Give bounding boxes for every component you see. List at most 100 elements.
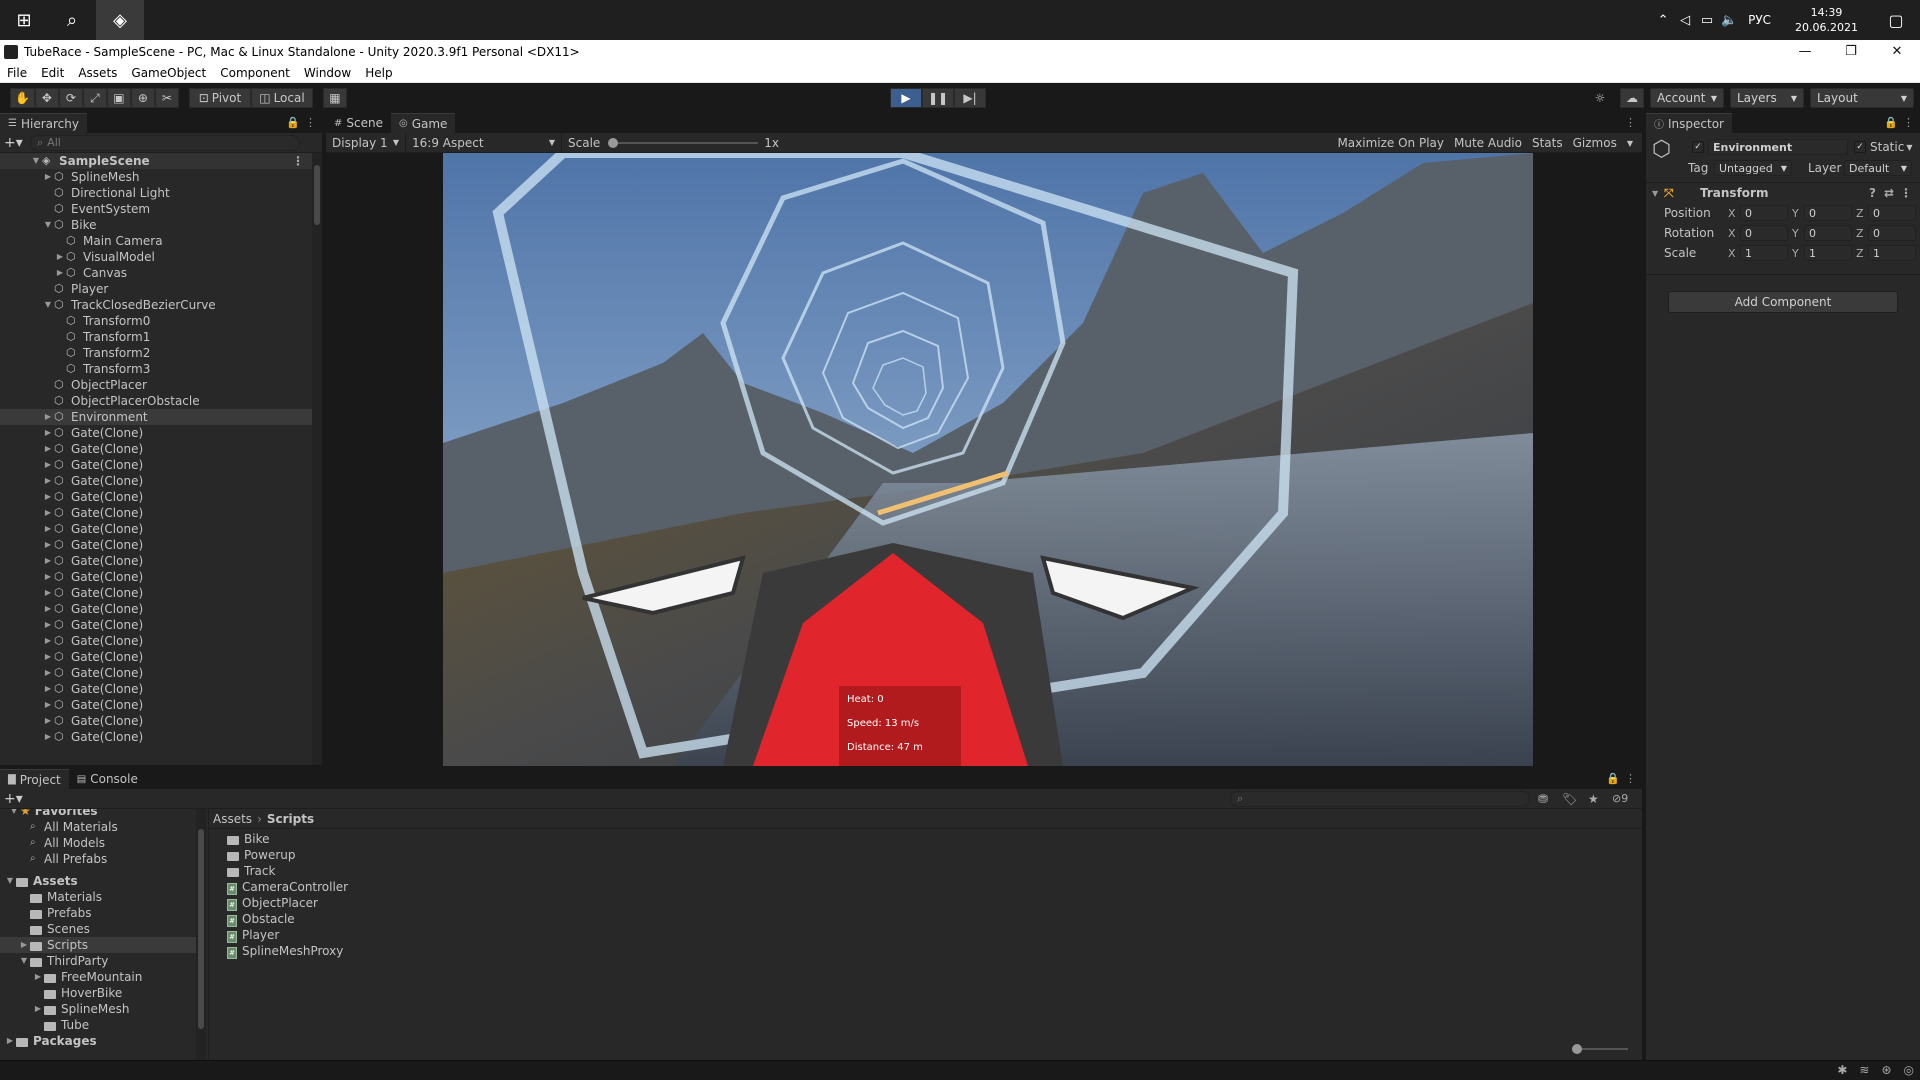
expand-arrow-icon[interactable]: ▼ (8, 809, 20, 819)
pause-button[interactable]: ❚❚ (922, 88, 954, 108)
slider-handle[interactable] (608, 137, 619, 148)
project-folder-prefabs[interactable]: Prefabs (0, 905, 196, 921)
breadcrumb-assets[interactable]: Assets (213, 812, 252, 826)
hierarchy-item-transform1[interactable]: ⬡ Transform1 (0, 329, 322, 345)
static-toggle[interactable]: ✓ Static ▼ (1854, 140, 1912, 154)
hierarchy-item-transform3[interactable]: ⬡ Transform3 (0, 361, 322, 377)
project-tree-scrollbar[interactable] (196, 809, 206, 1060)
windows-start-icon[interactable]: ⊞ (0, 0, 48, 40)
hierarchy-item-gate-clone[interactable]: ▶ ⬡ Gate(Clone) (0, 601, 322, 617)
icon-size-slider[interactable] (1572, 1044, 1628, 1054)
hierarchy-item-transform0[interactable]: ⬡ Transform0 (0, 313, 322, 329)
expand-arrow-icon[interactable]: ▼ (42, 297, 54, 313)
kebab-menu-icon[interactable]: ⋮ (292, 153, 304, 169)
hierarchy-item-gate-clone[interactable]: ▶ ⬡ Gate(Clone) (0, 633, 322, 649)
tab-game[interactable]: ◎ Game (390, 113, 456, 133)
hierarchy-item-gate-clone[interactable]: ▶ ⬡ Gate(Clone) (0, 585, 322, 601)
menu-help[interactable]: Help (358, 66, 399, 80)
scale-z-field[interactable]: 1 (1868, 245, 1916, 261)
transform-tool-icon[interactable]: ⊕ (130, 88, 155, 108)
step-button[interactable]: ▶| (954, 88, 986, 108)
menu-gameobject[interactable]: GameObject (124, 66, 213, 80)
search-icon[interactable]: ⌕ (48, 0, 96, 40)
favorite-item[interactable]: ⌕ All Materials (0, 819, 196, 835)
project-asset-powerup[interactable]: Powerup (227, 847, 1642, 863)
pivot-toggle[interactable]: ⊡ Pivot (188, 88, 251, 108)
clock[interactable]: 14:39 20.06.2021 (1795, 5, 1858, 35)
expand-arrow-icon[interactable]: ▶ (18, 937, 30, 953)
kebab-menu-icon[interactable]: ⋮ (1625, 772, 1636, 785)
tab-project[interactable]: ▇ Project (0, 769, 69, 789)
move-tool-icon[interactable]: ✥ (34, 88, 59, 108)
hierarchy-item-gate-clone[interactable]: ▶ ⬡ Gate(Clone) (0, 681, 322, 697)
network-icon[interactable]: ▭ (1696, 13, 1718, 28)
project-folder-splinemesh[interactable]: ▶ SplineMesh (0, 1001, 196, 1017)
hierarchy-item-gate-clone[interactable]: ▶ ⬡ Gate(Clone) (0, 713, 322, 729)
collapse-arrow-icon[interactable]: ▼ (1652, 189, 1664, 198)
add-component-button[interactable]: Add Component (1668, 291, 1898, 313)
expand-arrow-icon[interactable]: ▶ (42, 569, 54, 585)
collab-icon[interactable]: ☼ (1588, 88, 1612, 108)
hierarchy-item-gate-clone[interactable]: ▶ ⬡ Gate(Clone) (0, 553, 322, 569)
hierarchy-item-objectplacerobstacle[interactable]: ⬡ ObjectPlacerObstacle (0, 393, 322, 409)
hierarchy-item-gate-clone[interactable]: ▶ ⬡ Gate(Clone) (0, 441, 322, 457)
progress-icon[interactable]: ≋ (1859, 1063, 1869, 1077)
volume-icon[interactable]: 🔈 (1718, 13, 1740, 28)
hierarchy-item-transform2[interactable]: ⬡ Transform2 (0, 345, 322, 361)
project-folder-assets[interactable]: ▼ Assets (0, 873, 196, 889)
maximize-on-play-toggle[interactable]: Maximize On Play (1332, 136, 1449, 150)
menu-edit[interactable]: Edit (34, 66, 71, 80)
preset-icon[interactable]: ⇄ (1884, 186, 1894, 200)
lock-icon[interactable]: 🔒 (286, 116, 300, 129)
kebab-menu-icon[interactable]: ⋮ (1625, 116, 1636, 129)
hierarchy-item-gate-clone[interactable]: ▶ ⬡ Gate(Clone) (0, 537, 322, 553)
hierarchy-item-bike[interactable]: ▼ ⬡ Bike (0, 217, 322, 233)
expand-arrow-icon[interactable]: ▶ (42, 617, 54, 633)
rotate-tool-icon[interactable]: ⟳ (58, 88, 83, 108)
stats-toggle[interactable]: Stats (1527, 136, 1568, 150)
hierarchy-item-gate-clone[interactable]: ▶ ⬡ Gate(Clone) (0, 697, 322, 713)
tab-console[interactable]: ▤ Console (68, 769, 146, 789)
collab-status-icon[interactable]: ⊛ (1881, 1063, 1891, 1077)
expand-arrow-icon[interactable]: ▶ (32, 969, 44, 985)
mute-audio-toggle[interactable]: Mute Audio (1449, 136, 1527, 150)
gizmos-toggle[interactable]: Gizmos (1568, 136, 1622, 150)
favorites-row[interactable]: ▼ ★ Favorites (0, 809, 196, 819)
project-folder-packages[interactable]: ▶ Packages (0, 1033, 196, 1049)
unity-tray-icon[interactable]: ◁ (1674, 13, 1696, 28)
scale-x-field[interactable]: 1 (1740, 245, 1788, 261)
minimize-button[interactable]: — (1782, 40, 1828, 63)
menu-component[interactable]: Component (213, 66, 297, 80)
hierarchy-item-gate-clone[interactable]: ▶ ⬡ Gate(Clone) (0, 665, 322, 681)
expand-arrow-icon[interactable]: ▶ (42, 537, 54, 553)
create-button[interactable]: +▾ (4, 791, 30, 807)
language-indicator[interactable]: РУС (1748, 13, 1771, 27)
unity-taskbar-icon[interactable]: ◈ (96, 0, 144, 40)
tab-inspector[interactable]: ⓘ Inspector (1646, 113, 1732, 133)
kebab-menu-icon[interactable]: ⋮ (305, 116, 316, 129)
display-dropdown[interactable]: Display 1 ▼ (326, 132, 406, 153)
expand-arrow-icon[interactable]: ▶ (42, 633, 54, 649)
game-render[interactable]: Heat: 0 Speed: 13 m/s Distance: 47 m (443, 153, 1533, 766)
account-dropdown[interactable]: Account ▼ (1650, 88, 1724, 108)
expand-arrow-icon[interactable]: ▶ (42, 425, 54, 441)
expand-arrow-icon[interactable]: ▼ (42, 217, 54, 233)
favorite-star-icon[interactable]: ★ (1588, 792, 1599, 806)
notification-icon[interactable]: ▢ (1872, 0, 1920, 40)
hierarchy-item-main-camera[interactable]: ⬡ Main Camera (0, 233, 322, 249)
position-z-field[interactable]: 0 (1868, 205, 1916, 221)
kebab-menu-icon[interactable]: ⋮ (1900, 186, 1912, 200)
expand-arrow-icon[interactable]: ▶ (42, 505, 54, 521)
bug-icon[interactable]: ✱ (1837, 1063, 1847, 1077)
lock-icon[interactable]: 🔒 (1606, 772, 1620, 785)
expand-arrow-icon[interactable]: ▶ (42, 665, 54, 681)
hierarchy-item-gate-clone[interactable]: ▶ ⬡ Gate(Clone) (0, 729, 322, 745)
dropdown-arrow-icon[interactable]: ▼ (1622, 139, 1638, 148)
tag-dropdown[interactable]: Untagged ▼ (1714, 160, 1792, 176)
expand-arrow-icon[interactable]: ▶ (42, 681, 54, 697)
favorite-item[interactable]: ⌕ All Prefabs (0, 851, 196, 867)
lock-icon[interactable]: 🔒 (1884, 116, 1898, 129)
expand-arrow-icon[interactable]: ▶ (42, 457, 54, 473)
expand-arrow-icon[interactable]: ▶ (42, 409, 54, 425)
layer-dropdown[interactable]: Default ▼ (1844, 160, 1912, 176)
